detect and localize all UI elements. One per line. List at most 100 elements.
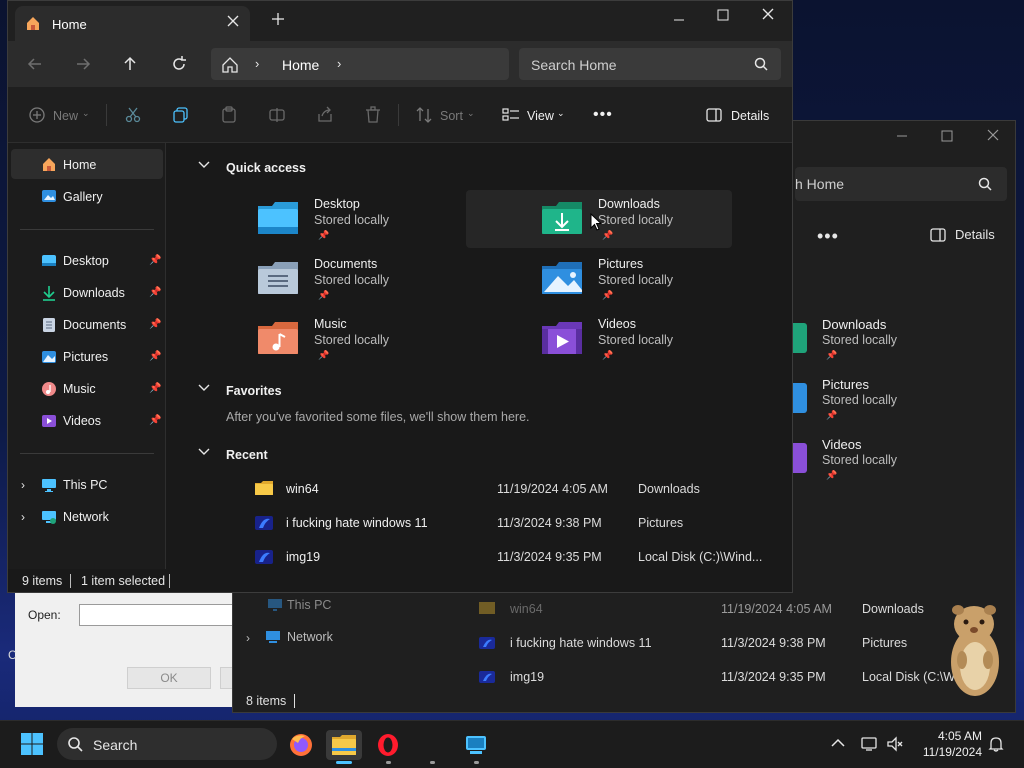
new-button[interactable]: New — [53, 109, 78, 123]
cut-icon[interactable] — [124, 106, 142, 124]
network-status-icon[interactable] — [861, 736, 879, 752]
bg-maximize-button[interactable] — [932, 126, 962, 146]
section-recent[interactable]: Recent — [226, 448, 268, 462]
section-quick-access[interactable]: Quick access — [226, 161, 306, 175]
pin-icon[interactable]: 📌 — [149, 287, 161, 298]
tab-home[interactable] — [15, 6, 250, 42]
more-options-button[interactable]: ••• — [593, 106, 613, 124]
sidebar-item-desktop[interactable]: Desktop — [63, 254, 109, 268]
taskbar-search-box[interactable] — [57, 728, 277, 760]
sidebar-item-this-pc[interactable]: This PC — [63, 478, 107, 492]
chevron-right-icon[interactable]: › — [21, 510, 25, 524]
image-file-icon — [254, 549, 274, 565]
notification-bell-icon[interactable] — [988, 735, 1004, 753]
pin-icon: 📌 — [826, 350, 838, 360]
rename-icon[interactable] — [268, 106, 286, 124]
running-app-indicator — [474, 761, 479, 764]
chevron-right-icon[interactable]: › — [21, 478, 25, 492]
copy-icon[interactable] — [172, 106, 190, 124]
tab-close-icon[interactable] — [227, 15, 239, 27]
paste-icon[interactable] — [220, 106, 238, 124]
chevron-down-icon[interactable] — [198, 384, 210, 392]
minimize-button[interactable] — [663, 6, 695, 26]
tile-name[interactable]: Documents — [314, 257, 377, 271]
file-explorer-icon[interactable] — [326, 730, 362, 760]
status-divider — [169, 574, 170, 588]
refresh-icon[interactable] — [170, 55, 188, 73]
chevron-right-icon[interactable]: › — [337, 56, 341, 71]
document-icon — [41, 317, 57, 333]
volume-muted-icon[interactable] — [886, 736, 904, 752]
sidebar-item-network[interactable]: Network — [63, 510, 109, 524]
sidebar-item-downloads[interactable]: Downloads — [63, 286, 125, 300]
bg-close-button[interactable] — [978, 126, 1008, 146]
tile-name[interactable]: Music — [314, 317, 347, 331]
opera-icon[interactable] — [370, 730, 406, 760]
maximize-button[interactable] — [707, 6, 739, 26]
music-folder-icon[interactable] — [256, 320, 300, 356]
pin-icon: 📌 — [318, 230, 330, 240]
bg-nav-this-pc[interactable]: This PC — [287, 598, 331, 612]
bg-more-button[interactable]: ••• — [817, 226, 839, 247]
toolbar-divider — [106, 104, 107, 126]
sidebar-item-gallery[interactable]: Gallery — [63, 190, 103, 204]
tile-sub: Stored locally — [598, 213, 674, 227]
windows-start-icon[interactable] — [20, 732, 44, 756]
remote-desktop-icon[interactable] — [458, 730, 494, 760]
bg-details-button[interactable]: Details — [955, 227, 995, 242]
bg-nav-network[interactable]: Network — [287, 630, 333, 644]
pictures-folder-icon — [793, 383, 807, 413]
back-arrow-icon[interactable] — [26, 55, 44, 73]
videos-folder-icon[interactable] — [540, 320, 584, 356]
clock-date[interactable]: 11/19/2024 — [912, 745, 982, 759]
sidebar-item-videos[interactable]: Videos — [63, 414, 101, 428]
up-arrow-icon[interactable] — [121, 55, 139, 73]
documents-folder-icon[interactable] — [256, 260, 300, 296]
sidebar-item-label: Home — [63, 158, 97, 172]
recent-item-date: 11/3/2024 9:38 PM — [497, 516, 602, 530]
firefox-icon[interactable] — [283, 730, 319, 760]
pin-icon[interactable]: 📌 — [149, 351, 161, 362]
details-button[interactable]: Details — [731, 109, 769, 123]
share-icon[interactable] — [316, 106, 334, 124]
search-icon[interactable] — [754, 57, 768, 71]
chevron-right-icon[interactable]: › — [255, 56, 259, 71]
sidebar-item-documents[interactable]: Documents — [63, 318, 126, 332]
tile-name[interactable]: Desktop — [314, 197, 360, 211]
video-icon — [41, 413, 57, 429]
recent-item-name[interactable]: img19 — [286, 550, 320, 564]
pin-icon[interactable]: 📌 — [149, 415, 161, 426]
forward-arrow-icon[interactable] — [74, 55, 92, 73]
view-button[interactable]: View — [527, 109, 554, 123]
run-ok-button[interactable]: OK — [127, 667, 211, 689]
chevron-down-icon[interactable] — [198, 161, 210, 169]
pin-icon[interactable]: 📌 — [149, 319, 161, 330]
section-favorites[interactable]: Favorites — [226, 384, 282, 398]
desktop-folder-icon[interactable] — [256, 200, 300, 236]
bg-recent-date: 11/19/2024 4:05 AM — [721, 602, 832, 616]
sidebar-item-pictures[interactable]: Pictures — [63, 350, 108, 364]
tile-name[interactable]: Pictures — [598, 257, 643, 271]
new-tab-button[interactable] — [271, 12, 285, 26]
recent-item-name[interactable]: i fucking hate windows 11 — [286, 516, 428, 530]
chevron-up-icon[interactable] — [831, 738, 845, 748]
tile-name[interactable]: Videos — [598, 317, 636, 331]
chevron-right-icon[interactable]: › — [246, 631, 250, 645]
sort-button[interactable]: Sort — [440, 109, 463, 123]
delete-icon[interactable] — [364, 106, 382, 124]
home-outline-icon[interactable] — [221, 56, 239, 74]
bg-minimize-button[interactable] — [887, 126, 917, 146]
details-pane-icon — [706, 108, 724, 126]
breadcrumb-home[interactable]: Home — [282, 57, 319, 73]
recent-item-name[interactable]: win64 — [286, 482, 319, 496]
pictures-folder-icon[interactable] — [540, 260, 584, 296]
chevron-down-icon[interactable] — [198, 448, 210, 456]
run-open-input[interactable] — [79, 604, 239, 626]
sidebar-item-music[interactable]: Music — [63, 382, 96, 396]
clock-time[interactable]: 4:05 AM — [920, 729, 982, 743]
tile-name[interactable]: Downloads — [598, 197, 660, 211]
close-button[interactable] — [752, 6, 784, 26]
pin-icon[interactable]: 📌 — [149, 255, 161, 266]
pin-icon[interactable]: 📌 — [149, 383, 161, 394]
downloads-folder-icon[interactable] — [540, 200, 584, 236]
